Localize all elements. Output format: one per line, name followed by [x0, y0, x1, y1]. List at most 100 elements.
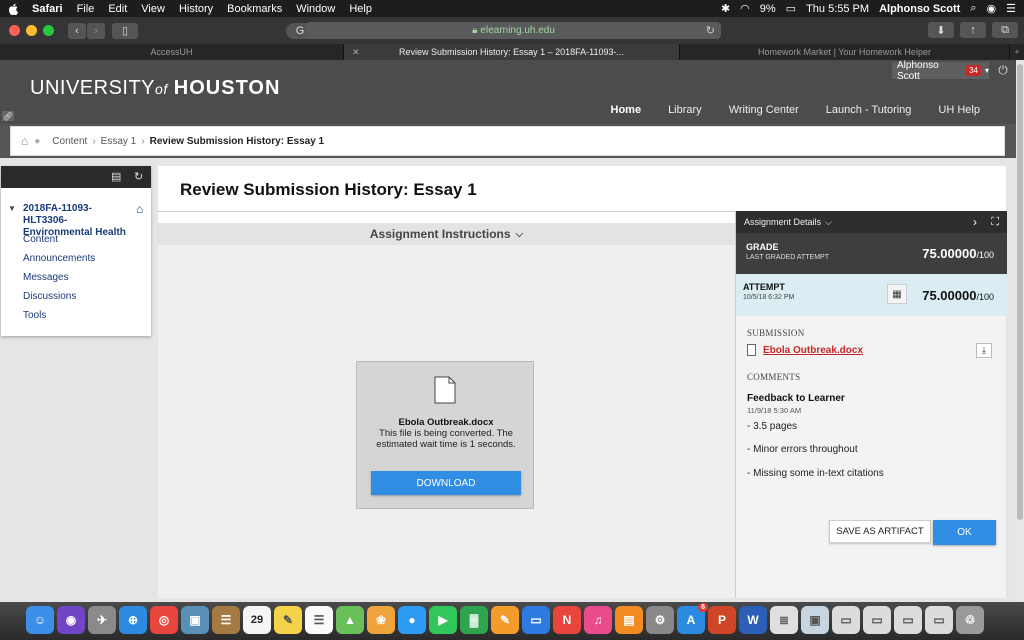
course-home-icon[interactable]: ⌂: [136, 202, 143, 216]
menu-bookmarks[interactable]: Bookmarks: [227, 3, 282, 15]
numbers-icon[interactable]: ▓: [460, 606, 488, 634]
download-button[interactable]: DOWNLOAD: [371, 471, 521, 495]
nav-library[interactable]: Library: [668, 104, 702, 116]
launchpad-icon[interactable]: ✈: [88, 606, 116, 634]
clock[interactable]: Thu 5:55 PM: [806, 3, 869, 15]
messages-icon[interactable]: ●: [398, 606, 426, 634]
course-link-announcements[interactable]: Announcements: [23, 253, 95, 272]
reload-icon[interactable]: ↻: [706, 24, 715, 37]
trash-icon[interactable]: ♲: [956, 606, 984, 634]
assignment-instructions-toggle[interactable]: Assignment Instructions ⌵: [158, 223, 735, 245]
calendar-icon[interactable]: 29: [243, 606, 271, 634]
attempt-row[interactable]: ATTEMPT 10/5/18 6:32 PM ▦ 75.00000/100: [736, 274, 1007, 316]
course-link-tools[interactable]: Tools: [23, 310, 95, 329]
refresh-icon[interactable]: ↻: [134, 170, 143, 183]
screenshot-thumbnail-icon[interactable]: ▣: [801, 606, 829, 634]
course-link-content[interactable]: Content: [23, 234, 95, 253]
battery-percent[interactable]: 9%: [760, 3, 776, 15]
submission-file[interactable]: Ebola Outbreak.docx: [747, 344, 863, 356]
nav-home[interactable]: Home: [611, 104, 642, 116]
zoom-window-button[interactable]: [43, 25, 54, 36]
minimized-window-icon[interactable]: ▭: [925, 606, 953, 634]
maps-icon[interactable]: ▲: [336, 606, 364, 634]
apple-icon[interactable]: [8, 3, 20, 15]
menu-history[interactable]: History: [179, 3, 213, 15]
app-store-icon[interactable]: A6: [677, 603, 708, 634]
news-icon[interactable]: N: [553, 606, 581, 634]
sidebar-toggle-button[interactable]: ▯: [112, 22, 138, 39]
nav-writing-center[interactable]: Writing Center: [729, 104, 799, 116]
minimized-window-icon[interactable]: ▭: [832, 606, 860, 634]
reminders-icon[interactable]: ☰: [305, 606, 333, 634]
address-bar[interactable]: 🔒︎ elearning.uh.edu ↻: [306, 22, 721, 39]
powerpoint-icon[interactable]: P: [708, 606, 736, 634]
wifi-icon[interactable]: ◠: [740, 2, 750, 15]
safari-icon[interactable]: ⊕: [119, 606, 147, 634]
finder-icon[interactable]: ☺: [26, 606, 54, 634]
tab-review-submission[interactable]: ✕ Review Submission History: Essay 1 – 2…: [344, 44, 680, 60]
keynote-icon[interactable]: ▭: [522, 606, 550, 634]
menu-edit[interactable]: Edit: [108, 3, 127, 15]
uh-logo[interactable]: UNIVERSITYof HOUSTON: [30, 77, 280, 100]
grid-icon[interactable]: ▦: [887, 284, 907, 304]
contacts-icon[interactable]: ☰: [212, 606, 240, 634]
siri-icon[interactable]: ◉: [987, 2, 997, 15]
tab-homework-market[interactable]: Homework Market | Your Homework Helper: [680, 44, 1010, 60]
course-link-discussions[interactable]: Discussions: [23, 291, 95, 310]
breadcrumb-essay[interactable]: Essay 1: [101, 136, 137, 147]
save-as-artifact-button[interactable]: SAVE AS ARTIFACT: [829, 520, 931, 543]
tab-accessuh[interactable]: AccessUH: [0, 44, 344, 60]
home-icon[interactable]: ⌂: [21, 134, 28, 148]
folder-view-icon[interactable]: ▤: [111, 170, 121, 183]
user-account-menu[interactable]: Alphonso Scott: [879, 3, 960, 15]
document-thumbnail-icon[interactable]: ≣: [770, 606, 798, 634]
notification-center-icon[interactable]: ☰: [1006, 2, 1016, 15]
menu-window[interactable]: Window: [296, 3, 335, 15]
course-link-messages[interactable]: Messages: [23, 272, 95, 291]
submission-file-link[interactable]: Ebola Outbreak.docx: [763, 345, 863, 356]
minimize-window-button[interactable]: [26, 25, 37, 36]
user-menu[interactable]: Alphonso Scott 34 ▾: [892, 60, 989, 82]
menu-file[interactable]: File: [77, 3, 95, 15]
itunes-icon[interactable]: ♫: [584, 606, 612, 634]
preview-icon[interactable]: ▣: [181, 606, 209, 634]
ibooks-icon[interactable]: ▤: [615, 606, 643, 634]
minimized-window-icon[interactable]: ▭: [894, 606, 922, 634]
chrome-icon[interactable]: ◎: [150, 606, 178, 634]
share-button[interactable]: ↑: [960, 22, 986, 38]
chevron-right-icon[interactable]: ›: [973, 215, 977, 229]
breadcrumb-menu-icon[interactable]: ●: [34, 136, 40, 147]
logout-power-icon[interactable]: ⏻: [992, 62, 1014, 79]
assignment-details-header[interactable]: Assignment Details ⌵ › ⛶: [736, 211, 1007, 233]
downloads-button[interactable]: ⬇: [928, 22, 954, 38]
menu-help[interactable]: Help: [349, 3, 372, 15]
download-file-icon[interactable]: ⤓: [976, 343, 992, 358]
forward-button[interactable]: ›: [87, 22, 105, 39]
link-icon[interactable]: 🔗︎: [2, 111, 14, 121]
expand-icon[interactable]: ⛶: [991, 216, 999, 229]
new-tab-button[interactable]: +: [1010, 44, 1024, 60]
collapse-caret-icon[interactable]: ▼: [8, 204, 16, 213]
siri-icon[interactable]: ◉: [57, 606, 85, 634]
battery-icon[interactable]: ▭: [786, 2, 796, 15]
photos-icon[interactable]: ❀: [367, 606, 395, 634]
notes-icon[interactable]: ✎: [274, 606, 302, 634]
menu-app-safari[interactable]: Safari: [32, 3, 63, 15]
minimized-window-icon[interactable]: ▭: [863, 606, 891, 634]
page-scrollbar-thumb[interactable]: [1017, 64, 1023, 520]
nav-uh-help[interactable]: UH Help: [938, 104, 980, 116]
word-icon[interactable]: W: [739, 606, 767, 634]
pages-icon[interactable]: ✎: [491, 606, 519, 634]
ok-button[interactable]: OK: [933, 520, 996, 545]
tab-overview-button[interactable]: ⧉: [992, 22, 1018, 38]
bluetooth-icon[interactable]: ✱: [721, 2, 730, 15]
nav-launch-tutoring[interactable]: Launch - Tutoring: [826, 104, 912, 116]
close-window-button[interactable]: [9, 25, 20, 36]
menu-view[interactable]: View: [141, 3, 165, 15]
facetime-icon[interactable]: ▶: [429, 606, 457, 634]
back-button[interactable]: ‹: [68, 22, 86, 39]
breadcrumb-content[interactable]: Content: [52, 136, 87, 147]
spotlight-icon[interactable]: ⌕: [970, 2, 976, 15]
system-preferences-icon[interactable]: ⚙: [646, 606, 674, 634]
close-tab-icon[interactable]: ✕: [352, 47, 360, 58]
